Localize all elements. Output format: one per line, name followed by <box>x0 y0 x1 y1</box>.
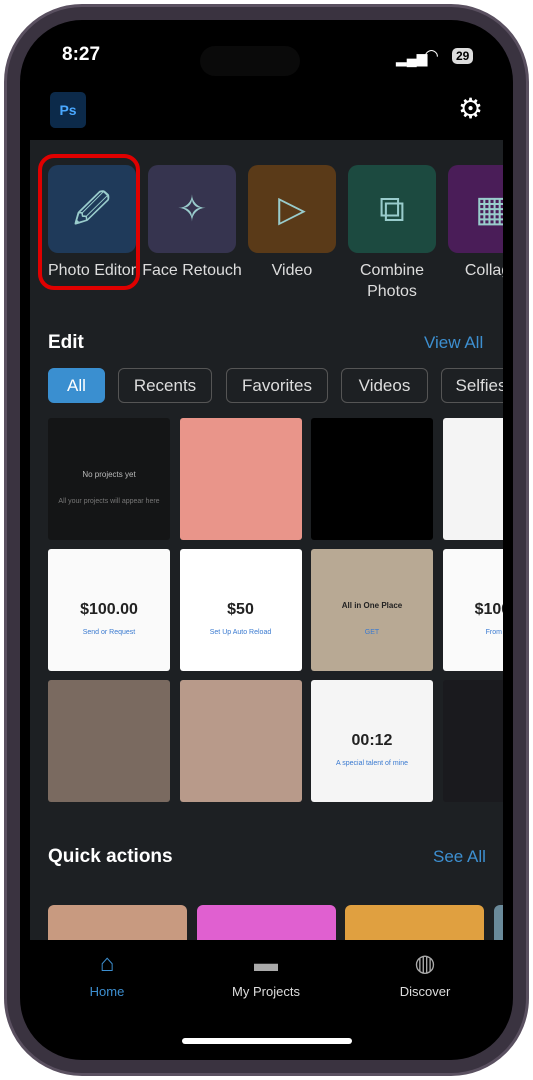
status-time: 8:27 <box>62 44 101 65</box>
selection-highlight <box>38 154 140 290</box>
signal-icon: ▂▄▆ <box>396 50 428 66</box>
battery-icon: 29 <box>452 48 474 64</box>
thumbnail-text: All in One Place <box>341 601 403 610</box>
thumbnail-subtext: From Apple <box>485 629 503 636</box>
globe-icon: ◍ <box>414 950 436 977</box>
project-thumbnail[interactable] <box>442 418 503 540</box>
thumbnail-subtext: Send or Request <box>82 629 136 636</box>
project-thumbnail[interactable]: $50 Set Up Auto Reload <box>179 549 302 671</box>
nav-label: My Projects <box>232 984 300 999</box>
thumbnail-subtext: All your projects will appear here <box>58 498 160 505</box>
filter-chip-all[interactable]: All <box>48 368 105 403</box>
project-thumbnail[interactable]: $100.00 From Apple <box>442 549 503 671</box>
project-thumbnail[interactable] <box>311 418 433 540</box>
dynamic-island <box>200 46 300 76</box>
thumbnail-subtext: GET <box>364 629 380 636</box>
quick-action-thumbnail[interactable] <box>493 905 503 940</box>
project-thumbnail[interactable] <box>48 680 170 802</box>
tool-combine-photos[interactable]: ⧉ <box>348 165 436 253</box>
settings-gear-icon[interactable]: ⚙ <box>458 92 483 125</box>
project-thumbnail[interactable] <box>179 680 302 802</box>
filter-chip-selfies[interactable]: Selfies <box>441 368 503 403</box>
thumbnail-text: 00:12 <box>351 732 393 749</box>
tool-label: Collage <box>464 262 503 279</box>
nav-home[interactable]: ⌂ Home <box>47 950 167 999</box>
thumbnail-text: No projects yet <box>82 470 136 479</box>
thumbnail-text: $100.00 <box>474 601 503 618</box>
nav-label: Discover <box>399 984 451 999</box>
project-thumbnail[interactable]: 00:12 A special talent of mine <box>311 680 433 802</box>
quick-action-thumbnail[interactable] <box>48 905 187 940</box>
photoshop-logo: Ps <box>50 92 86 128</box>
nav-my-projects[interactable]: ▬ My Projects <box>206 950 326 999</box>
home-panel: 🖉 Photo Editor ✧ Face Retouch ▷ Video ⧉ Combine… <box>30 140 503 940</box>
project-thumbnail[interactable]: No projects yet All your projects will a… <box>48 418 170 540</box>
quick-action-thumbnail[interactable] <box>196 905 336 940</box>
tool-label: Combine Photos <box>359 262 425 300</box>
thumbnail-text: $50 <box>227 601 254 618</box>
project-thumbnail[interactable]: $100.00 Send or Request <box>48 549 170 671</box>
project-thumbnail[interactable] <box>442 680 503 802</box>
filter-chip-favorites[interactable]: Favorites <box>226 368 328 403</box>
project-thumbnail[interactable]: All in One Place GET <box>311 549 433 671</box>
tool-label: Video <box>271 262 313 279</box>
tool-video[interactable]: ▷ <box>248 165 336 253</box>
wifi-icon: ◠ <box>424 46 439 65</box>
view-all-link[interactable]: View All <box>424 333 483 353</box>
nav-discover[interactable]: ◍ Discover <box>365 950 485 999</box>
face-retouch-icon: ✧ <box>176 188 208 229</box>
see-all-link[interactable]: See All <box>433 847 486 867</box>
filter-chip-videos[interactable]: Videos <box>341 368 428 403</box>
filter-chip-recents[interactable]: Recents <box>118 368 212 403</box>
home-icon: ⌂ <box>99 950 115 977</box>
quick-action-thumbnail[interactable] <box>345 905 484 940</box>
screen: 8:27 ▂▄▆ ◠ 29 Ps ⚙ 🖉 Photo Editor ✧ Face Re… <box>20 20 513 1060</box>
tool-collage[interactable]: ▦ <box>448 165 503 253</box>
quick-actions-title: Quick actions <box>48 846 173 867</box>
tool-label: Face Retouch <box>142 262 242 279</box>
combine-photos-icon: ⧉ <box>379 188 405 229</box>
edit-title: Edit <box>48 332 84 353</box>
collage-icon: ▦ <box>474 188 503 229</box>
home-indicator <box>182 1038 352 1044</box>
project-thumbnail[interactable] <box>179 418 302 540</box>
thumbnail-subtext: A special talent of mine <box>336 760 408 767</box>
video-edit-icon: ▷ <box>278 188 306 229</box>
folder-icon: ▬ <box>254 950 278 977</box>
thumbnail-text: $100.00 <box>80 601 138 618</box>
nav-label: Home <box>89 984 125 999</box>
tool-face-retouch[interactable]: ✧ <box>148 165 236 253</box>
thumbnail-subtext: Set Up Auto Reload <box>209 629 272 636</box>
